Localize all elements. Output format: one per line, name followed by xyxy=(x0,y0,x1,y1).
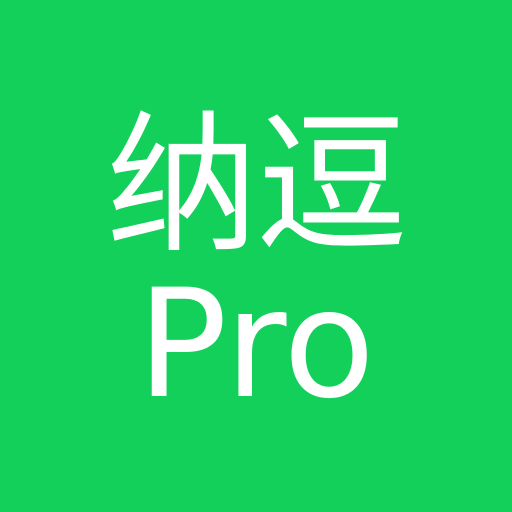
app-name-chinese: 纳逗 xyxy=(106,97,408,274)
app-icon[interactable]: 纳逗 Pro xyxy=(0,0,512,512)
app-name-pro: Pro xyxy=(137,258,375,432)
